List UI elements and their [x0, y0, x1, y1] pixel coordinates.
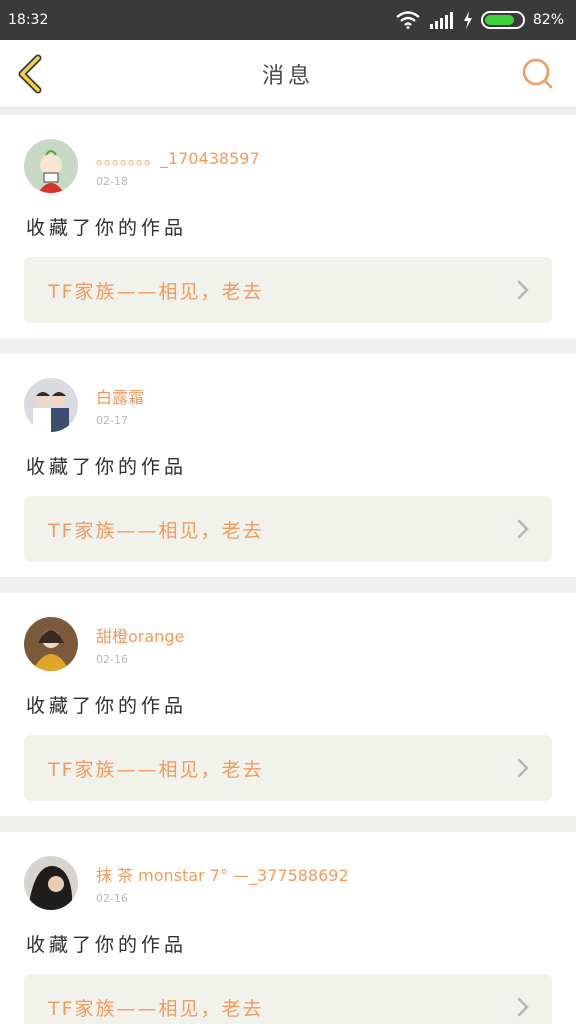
wifi-icon: [396, 11, 420, 29]
work-title: TF家族——相见，老去: [48, 997, 264, 1020]
notification-card: 抹 茶 monstar 7° —_377588692 02-16 收藏了你的作品…: [0, 832, 576, 1024]
chevron-right-icon: [517, 519, 529, 539]
battery-percent: 82%: [532, 12, 564, 28]
username[interactable]: 抹 茶 monstar 7° —_377588692: [96, 862, 349, 886]
date: 02-16: [96, 653, 128, 666]
status-time: 18:32: [8, 12, 49, 28]
notification-list: 。。。。。。。_170438597 02-18 收藏了你的作品 TF家族——相见…: [0, 115, 576, 1024]
action-text: 收藏了你的作品: [26, 217, 188, 239]
back-arrow-icon: [18, 54, 42, 94]
work-title: TF家族——相见，老去: [48, 758, 264, 781]
work-title: TF家族——相见，老去: [48, 519, 264, 542]
chevron-right-icon: [517, 758, 529, 778]
avatar[interactable]: [24, 617, 78, 671]
notification-card: 甜橙orange 02-16 收藏了你的作品 TF家族——相见，老去: [0, 593, 576, 816]
chevron-right-icon: [517, 280, 529, 300]
status-bar: 18:32 82%: [0, 0, 576, 40]
work-link[interactable]: TF家族——相见，老去: [24, 735, 552, 801]
date: 02-18: [96, 175, 128, 188]
page-title: 消息: [261, 63, 314, 89]
battery-level: [484, 15, 515, 25]
work-link[interactable]: TF家族——相见，老去: [24, 257, 552, 323]
username[interactable]: 白露霜: [96, 384, 144, 408]
work-link[interactable]: TF家族——相见，老去: [24, 496, 552, 562]
avatar[interactable]: [24, 856, 78, 910]
notification-card: 。。。。。。。_170438597 02-18 收藏了你的作品 TF家族——相见…: [0, 115, 576, 338]
username[interactable]: 。。。。。。。_170438597: [96, 145, 260, 169]
action-text: 收藏了你的作品: [26, 934, 188, 956]
battery-icon: [480, 11, 525, 29]
charging-icon: [463, 11, 472, 29]
username[interactable]: 甜橙orange: [96, 623, 184, 647]
notification-card: 白露霜 02-17 收藏了你的作品 TF家族——相见，老去: [0, 354, 576, 577]
work-link[interactable]: TF家族——相见，老去: [24, 974, 552, 1024]
back-button[interactable]: [14, 54, 48, 94]
work-title: TF家族——相见，老去: [48, 280, 264, 303]
chevron-right-icon: [517, 997, 529, 1017]
top-bar: 消息: [0, 40, 576, 108]
avatar[interactable]: [24, 378, 78, 432]
date: 02-16: [96, 892, 128, 905]
action-text: 收藏了你的作品: [26, 456, 188, 478]
date: 02-17: [96, 414, 128, 427]
action-text: 收藏了你的作品: [26, 695, 188, 717]
search-icon: [522, 58, 553, 89]
search-button[interactable]: [520, 56, 556, 92]
signal-icon: [429, 12, 453, 29]
avatar[interactable]: [24, 139, 78, 193]
status-icons: 82%: [395, 11, 564, 29]
